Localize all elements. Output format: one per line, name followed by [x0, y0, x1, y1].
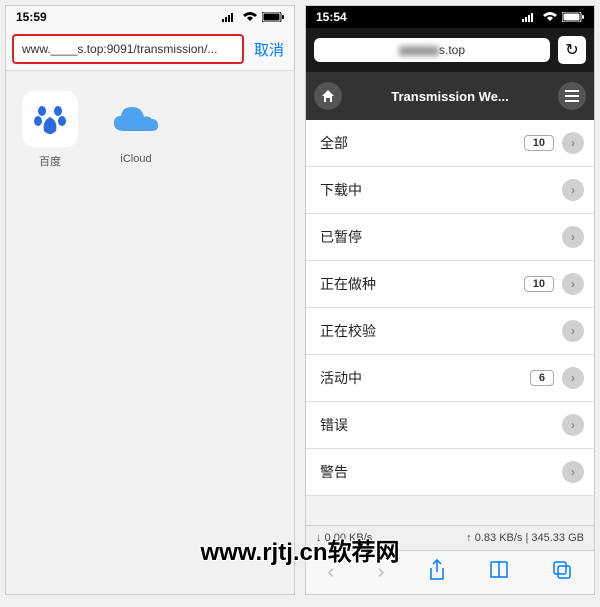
status-bar: 15:54: [306, 6, 594, 28]
url-bar: s.top ↻: [306, 28, 594, 72]
count-badge: 10: [524, 135, 554, 151]
baidu-icon: [22, 91, 78, 147]
baidu-label: 百度: [39, 153, 61, 169]
favorites-grid: 百度 iCloud: [6, 71, 294, 189]
filter-label: 全部: [320, 133, 348, 153]
page-title: Transmission We...: [391, 89, 509, 104]
status-indicators: [222, 12, 284, 22]
filter-label: 正在校验: [320, 321, 376, 341]
chevron-right-icon: ›: [562, 226, 584, 248]
status-time: 15:54: [316, 10, 347, 24]
filter-label: 下载中: [320, 180, 362, 200]
filter-label: 活动中: [320, 368, 362, 388]
cancel-button[interactable]: 取消: [250, 39, 288, 60]
address-bar: www.____s.top:9091/transmission/... 取消: [6, 28, 294, 71]
favorite-baidu[interactable]: 百度: [22, 91, 78, 169]
url-display[interactable]: s.top: [314, 38, 550, 62]
filter-row[interactable]: 正在校验 ›: [306, 308, 594, 355]
icloud-icon: [108, 91, 164, 147]
menu-button[interactable]: [558, 82, 586, 110]
count-badge: 10: [524, 276, 554, 292]
count-badge: 6: [530, 370, 554, 386]
chevron-right-icon: ›: [562, 179, 584, 201]
status-time: 15:59: [16, 10, 47, 24]
share-button[interactable]: [428, 559, 446, 587]
url-input[interactable]: www.____s.top:9091/transmission/...: [12, 34, 244, 64]
filter-row[interactable]: 错误 ›: [306, 402, 594, 449]
back-button[interactable]: ‹: [328, 561, 335, 584]
chevron-right-icon: ›: [562, 367, 584, 389]
upload-speed: ↑ 0.83 KB/s | 345.33 GB: [466, 532, 584, 544]
filter-row[interactable]: 下载中 ›: [306, 167, 594, 214]
bookmarks-button[interactable]: [489, 561, 509, 585]
filter-row[interactable]: 活动中 6 ›: [306, 355, 594, 402]
app-title-bar: Transmission We...: [306, 72, 594, 120]
chevron-right-icon: ›: [562, 461, 584, 483]
download-speed: ↓ 0.00 KB/s: [316, 532, 372, 544]
phone-right-transmission: 15:54 s.top ↻ Transmission We... 全部10›下载…: [305, 5, 595, 595]
status-indicators: [522, 12, 584, 22]
home-button[interactable]: [314, 82, 342, 110]
filter-list: 全部 10 › 下载中 › 已暂停 › 正在做种 10 › 正在校验 › 活动中 6 › 错误 › 警告 ›: [306, 120, 594, 496]
safari-toolbar: ‹ ›: [306, 550, 594, 594]
chevron-right-icon: ›: [562, 320, 584, 342]
filter-label: 错误: [320, 415, 348, 435]
status-bar: 15:59: [6, 6, 294, 28]
filter-row[interactable]: 全部 10 ›: [306, 120, 594, 167]
transfer-stats: ↓ 0.00 KB/s ↑ 0.83 KB/s | 345.33 GB: [306, 525, 594, 550]
icloud-label: iCloud: [120, 153, 151, 165]
favorite-icloud[interactable]: iCloud: [108, 91, 164, 169]
filter-label: 已暂停: [320, 227, 362, 247]
phone-left-safari-address: 15:59 www.____s.top:9091/transmission/..…: [5, 5, 295, 595]
filter-label: 警告: [320, 462, 348, 482]
chevron-right-icon: ›: [562, 132, 584, 154]
filter-row[interactable]: 正在做种 10 ›: [306, 261, 594, 308]
refresh-button[interactable]: ↻: [558, 36, 586, 64]
chevron-right-icon: ›: [562, 414, 584, 436]
filter-label: 正在做种: [320, 274, 376, 294]
forward-button[interactable]: ›: [378, 561, 385, 584]
chevron-right-icon: ›: [562, 273, 584, 295]
tabs-button[interactable]: [552, 560, 572, 586]
filter-row[interactable]: 已暂停 ›: [306, 214, 594, 261]
filter-row[interactable]: 警告 ›: [306, 449, 594, 496]
